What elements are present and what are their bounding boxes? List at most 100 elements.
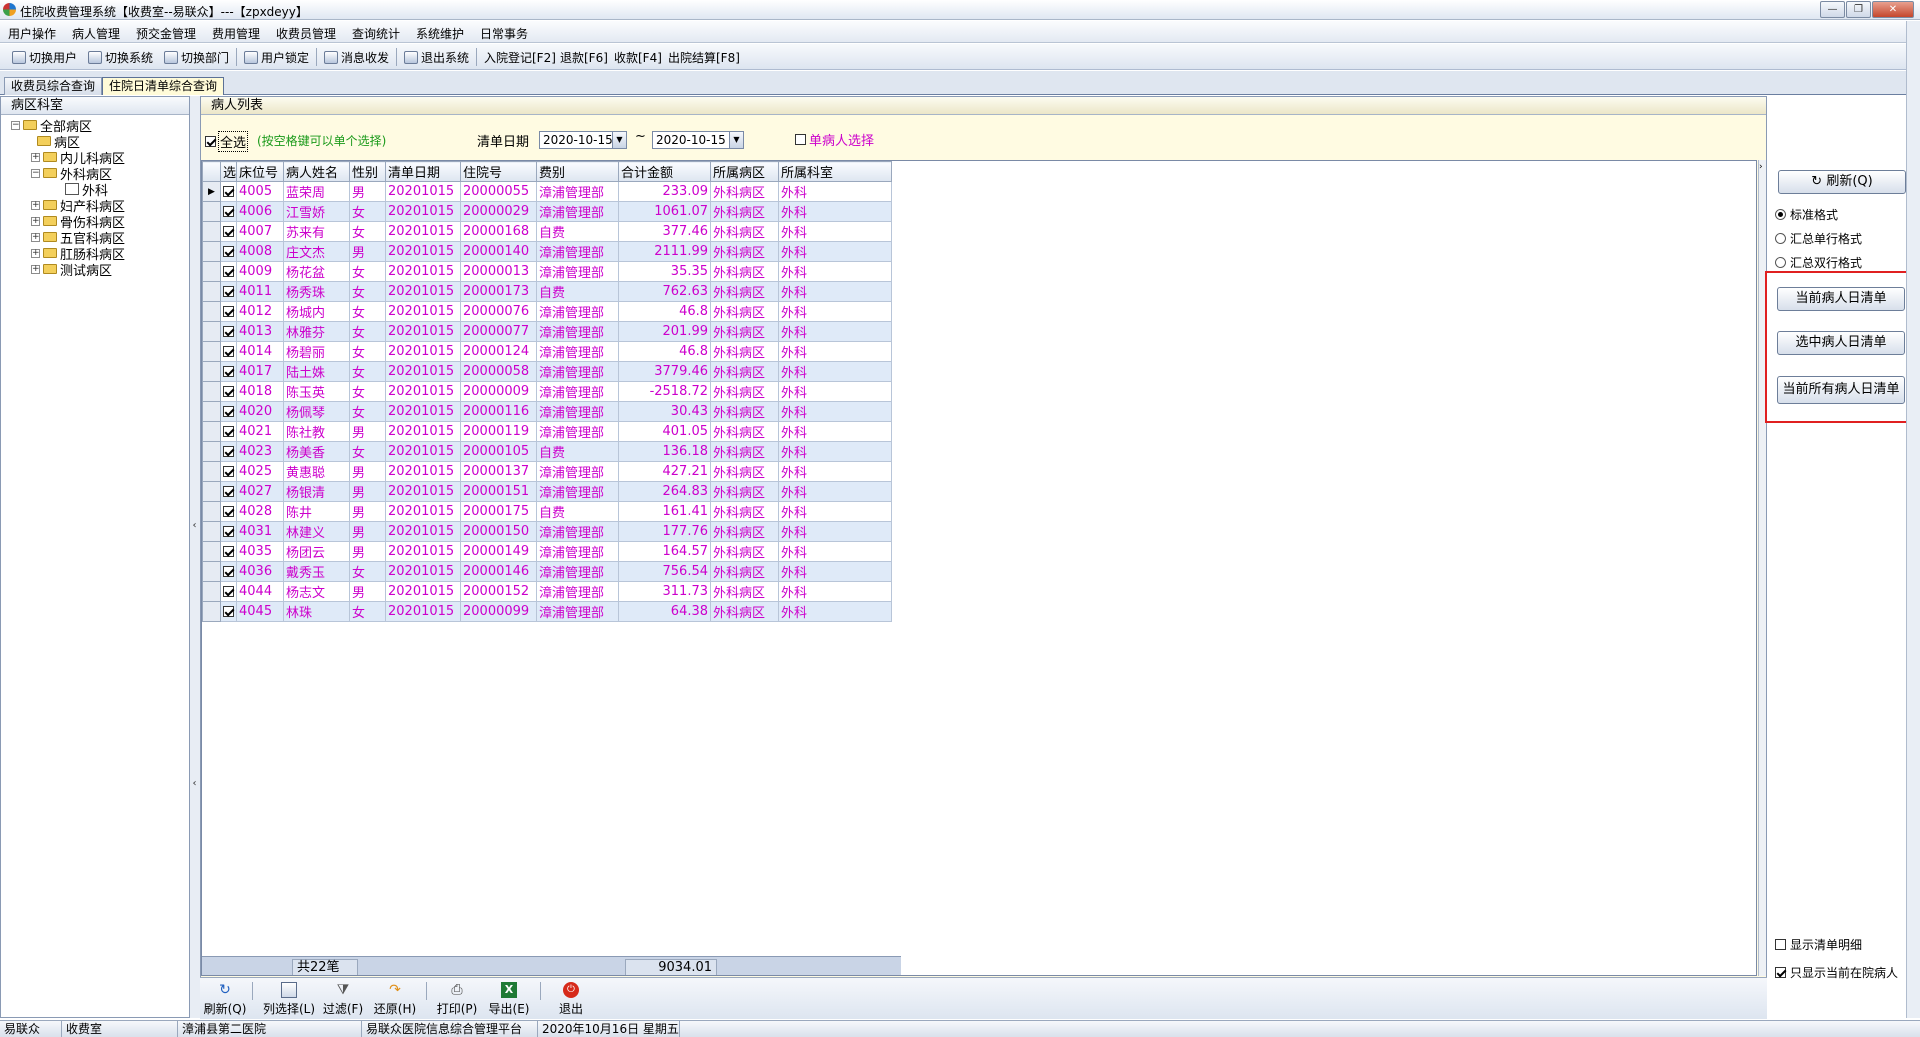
- total-amount-cell[interactable]: 3779.46: [618, 361, 712, 382]
- ward-cell[interactable]: 外科病区: [710, 401, 780, 422]
- dept-cell[interactable]: 外科: [778, 581, 893, 602]
- patient-name-cell[interactable]: 杨美香: [283, 441, 351, 462]
- charge-button[interactable]: 收款[F4]: [614, 49, 662, 65]
- total-amount-cell[interactable]: 46.8: [618, 301, 712, 322]
- date-from-picker[interactable]: 2020-10-15 ▼: [539, 131, 627, 149]
- patient-name-cell[interactable]: 杨团云: [283, 541, 351, 562]
- list-date-cell[interactable]: 20201015: [385, 441, 462, 462]
- table-row[interactable]: 4014 杨碧丽女 20201015 20000124 漳浦管理部 46.8 外科病区 外科: [202, 341, 893, 362]
- panel-splitter[interactable]: ‹ ‹: [190, 96, 200, 1018]
- dept-cell[interactable]: 外科: [778, 241, 893, 262]
- row-select-checkbox[interactable]: [219, 581, 238, 602]
- bed-no-cell[interactable]: 4013: [236, 321, 285, 342]
- bed-no-cell[interactable]: 4036: [236, 561, 285, 582]
- gender-cell[interactable]: 女: [349, 201, 387, 222]
- total-amount-cell[interactable]: 401.05: [618, 421, 712, 442]
- list-date-cell[interactable]: 20201015: [385, 201, 462, 222]
- dept-cell[interactable]: 外科: [778, 501, 893, 522]
- fee-type-cell[interactable]: 漳浦管理部: [536, 421, 620, 442]
- gender-cell[interactable]: 女: [349, 301, 387, 322]
- dept-cell[interactable]: 外科: [778, 441, 893, 462]
- checkbox[interactable]: [1775, 939, 1786, 950]
- checkbox[interactable]: [223, 226, 234, 237]
- dropdown-arrow-icon[interactable]: ▼: [729, 132, 743, 148]
- only-inhospital-checkbox[interactable]: 只显示当前在院病人: [1775, 964, 1898, 981]
- single-patient-checkbox[interactable]: 单病人选择: [795, 130, 874, 149]
- exit-system-button[interactable]: 退出系统: [404, 49, 469, 65]
- fee-type-cell[interactable]: 漳浦管理部: [536, 241, 620, 262]
- table-row[interactable]: 4012 杨城内女 20201015 20000076 漳浦管理部 46.8 外科病区 外科: [202, 301, 893, 322]
- menu-patient[interactable]: 病人管理: [72, 25, 120, 42]
- column-header[interactable]: 所属病区: [710, 161, 780, 182]
- inpatient-no-cell[interactable]: 20000058: [460, 361, 538, 382]
- row-select-checkbox[interactable]: [219, 301, 238, 322]
- gender-cell[interactable]: 女: [349, 381, 387, 402]
- bed-no-cell[interactable]: 4021: [236, 421, 285, 442]
- chevron-left-icon[interactable]: ‹: [191, 778, 198, 792]
- bed-no-cell[interactable]: 4023: [236, 441, 285, 462]
- fee-type-cell[interactable]: 自费: [536, 501, 620, 522]
- ward-cell[interactable]: 外科病区: [710, 241, 780, 262]
- fee-type-cell[interactable]: 自费: [536, 441, 620, 462]
- row-select-checkbox[interactable]: [219, 501, 238, 522]
- chevron-left-icon[interactable]: ‹: [191, 520, 198, 534]
- list-date-cell[interactable]: 20201015: [385, 281, 462, 302]
- patient-name-cell[interactable]: 苏来有: [283, 221, 351, 242]
- checkbox[interactable]: [205, 136, 216, 147]
- gender-cell[interactable]: 女: [349, 401, 387, 422]
- patient-name-cell[interactable]: 杨银清: [283, 481, 351, 502]
- row-select-checkbox[interactable]: [219, 561, 238, 582]
- fee-type-cell[interactable]: 漳浦管理部: [536, 301, 620, 322]
- gender-cell[interactable]: 女: [349, 561, 387, 582]
- patient-name-cell[interactable]: 蓝荣周: [283, 181, 351, 202]
- dept-cell[interactable]: 外科: [778, 281, 893, 302]
- checkbox[interactable]: [223, 466, 234, 477]
- bed-no-cell[interactable]: 4020: [236, 401, 285, 422]
- table-row[interactable]: 4020 杨佩琴女 20201015 20000116 漳浦管理部 30.43 外科病区 外科: [202, 401, 893, 422]
- table-row[interactable]: 4044 杨志文男 20201015 20000152 漳浦管理部 311.73 外科病区外…: [202, 581, 893, 602]
- gender-cell[interactable]: 女: [349, 221, 387, 242]
- menu-deposit[interactable]: 预交金管理: [136, 25, 196, 42]
- inpatient-no-cell[interactable]: 20000077: [460, 321, 538, 342]
- ward-cell[interactable]: 外科病区: [710, 341, 780, 362]
- dept-cell[interactable]: 外科: [778, 181, 893, 202]
- patient-name-cell[interactable]: 陈井: [283, 501, 351, 522]
- table-row[interactable]: 4025 黄惠聪男 20201015 20000137 漳浦管理部 427.21 外科病区外…: [202, 461, 893, 482]
- checkbox[interactable]: [223, 346, 234, 357]
- fee-type-cell[interactable]: 漳浦管理部: [536, 181, 620, 202]
- row-select-checkbox[interactable]: [219, 441, 238, 462]
- exit-button[interactable]: ⏻ 退出: [548, 982, 594, 1017]
- row-select-checkbox[interactable]: [219, 201, 238, 222]
- fee-type-cell[interactable]: 漳浦管理部: [536, 201, 620, 222]
- table-row[interactable]: 4045 林珠女 20201015 20000099 漳浦管理部 64.38 外科病区 外科: [202, 601, 893, 622]
- inpatient-no-cell[interactable]: 20000055: [460, 181, 538, 202]
- gender-cell[interactable]: 女: [349, 341, 387, 362]
- table-row[interactable]: 4017 陆土姝女 20201015 20000058 漳浦管理部 3779.46 外科病区…: [202, 361, 893, 382]
- inpatient-no-cell[interactable]: 20000173: [460, 281, 538, 302]
- ward-cell[interactable]: 外科病区: [710, 361, 780, 382]
- inpatient-no-cell[interactable]: 20000152: [460, 581, 538, 602]
- list-date-cell[interactable]: 20201015: [385, 581, 462, 602]
- radio[interactable]: [1775, 257, 1786, 268]
- list-date-cell[interactable]: 20201015: [385, 501, 462, 522]
- gender-cell[interactable]: 男: [349, 181, 387, 202]
- fee-type-cell[interactable]: 漳浦管理部: [536, 381, 620, 402]
- dept-cell[interactable]: 外科: [778, 481, 893, 502]
- message-button[interactable]: 消息收发: [324, 49, 389, 65]
- expand-icon[interactable]: +: [31, 152, 40, 162]
- row-select-checkbox[interactable]: [219, 261, 238, 282]
- expand-icon[interactable]: +: [31, 248, 40, 258]
- dept-cell[interactable]: 外科: [778, 301, 893, 322]
- switch-user-button[interactable]: 切换用户: [12, 49, 77, 65]
- inpatient-no-cell[interactable]: 20000124: [460, 341, 538, 362]
- minimize-button[interactable]: —: [1820, 1, 1845, 18]
- table-row[interactable]: 4036 戴秀玉女 20201015 20000146 漳浦管理部 756.54 外科病区外…: [202, 561, 893, 582]
- menu-daily[interactable]: 日常事务: [480, 25, 528, 42]
- patient-name-cell[interactable]: 杨秀珠: [283, 281, 351, 302]
- fee-type-cell[interactable]: 漳浦管理部: [536, 341, 620, 362]
- patient-name-cell[interactable]: 杨佩琴: [283, 401, 351, 422]
- row-select-checkbox[interactable]: [219, 341, 238, 362]
- list-date-cell[interactable]: 20201015: [385, 421, 462, 442]
- bed-no-cell[interactable]: 4006: [236, 201, 285, 222]
- restore-button[interactable]: ↷ 还原(H): [372, 982, 418, 1017]
